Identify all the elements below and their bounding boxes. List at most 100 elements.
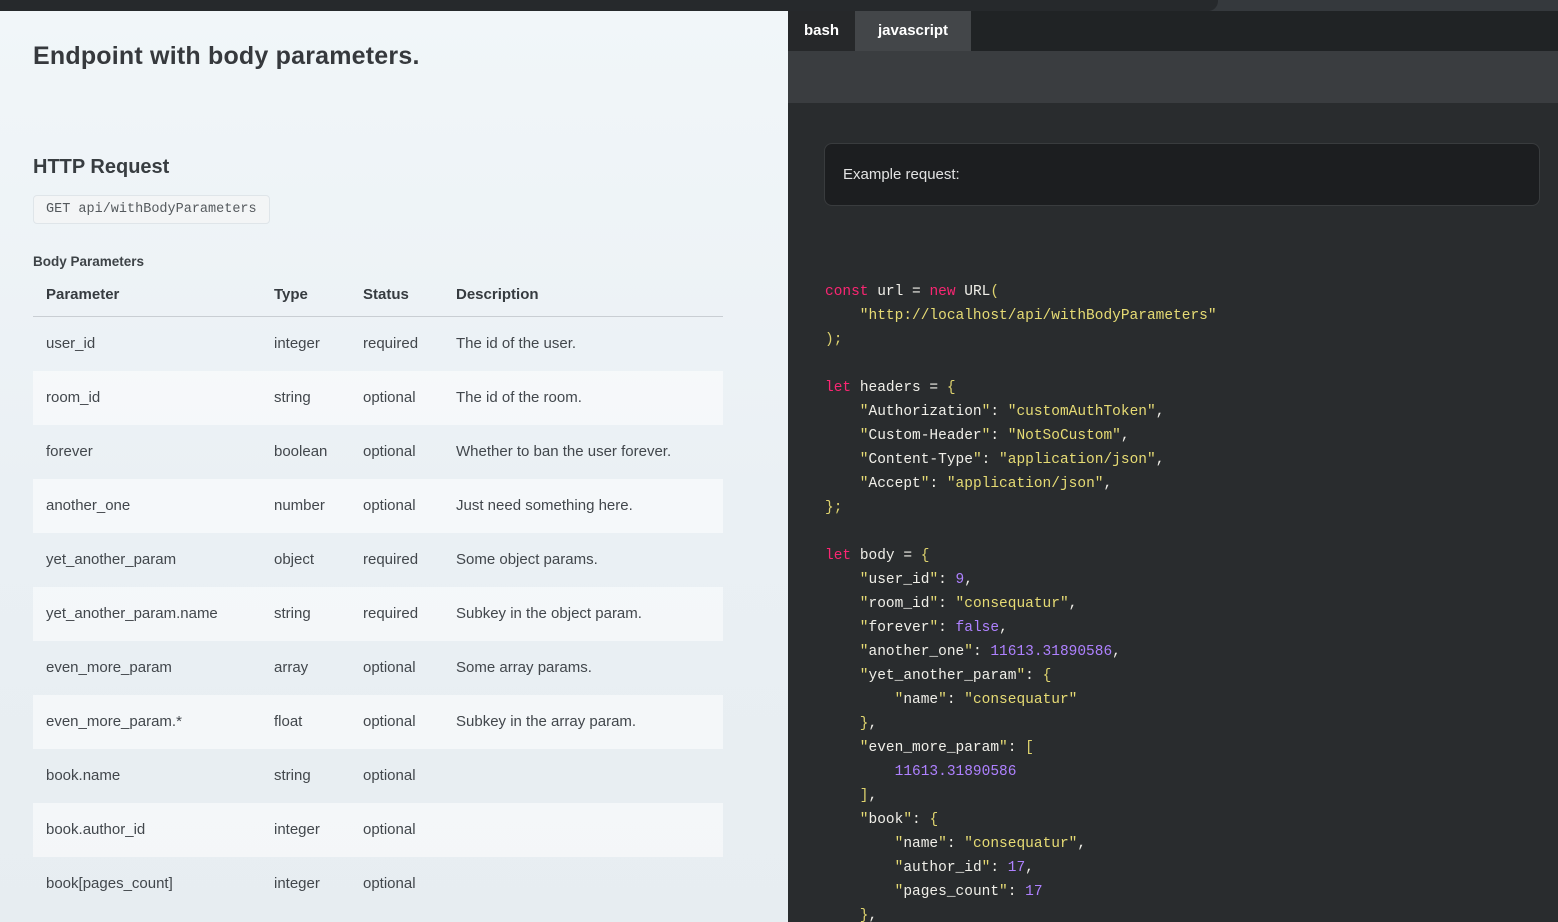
code-token: , xyxy=(1112,644,1121,660)
code-token: body = xyxy=(860,548,921,564)
cell-description: The id of the room. xyxy=(456,371,723,425)
code-token: , xyxy=(1069,596,1078,612)
code-line: }, xyxy=(825,712,1558,736)
table-row: even_more_param.*floatoptionalSubkey in … xyxy=(33,695,723,749)
language-tabs: bashjavascript xyxy=(788,11,1558,51)
code-token: : xyxy=(938,572,955,588)
code-token: " xyxy=(825,860,903,876)
code-token: 11613.31890586 xyxy=(990,644,1112,660)
code-token: " xyxy=(999,884,1008,900)
http-request-heading: HTTP Request xyxy=(33,156,788,179)
code-token: new xyxy=(929,284,964,300)
cell-description: Subkey in the array param. xyxy=(456,695,723,749)
code-token: , xyxy=(1103,476,1112,492)
code-token: , xyxy=(964,572,973,588)
code-token: "consequatur" xyxy=(964,692,1077,708)
code-token: Custom-Header xyxy=(869,428,982,444)
code-line: let body = { xyxy=(825,544,1558,568)
cell-status: optional xyxy=(363,425,456,479)
code-token: "application/json" xyxy=(999,452,1156,468)
code-token: another_one xyxy=(869,644,965,660)
code-token: book xyxy=(869,812,904,828)
code-token: , xyxy=(1121,428,1130,444)
code-token: name xyxy=(903,836,938,852)
cell-description: Some array params. xyxy=(456,641,723,695)
body-parameters-table: ParameterTypeStatusDescription user_idin… xyxy=(33,286,723,911)
cell-status: optional xyxy=(363,371,456,425)
table-row: yet_another_param.namestringrequiredSubk… xyxy=(33,587,723,641)
endpoint-method-chip: GET api/withBodyParameters xyxy=(33,195,270,224)
code-token: " xyxy=(825,740,869,756)
code-token: " xyxy=(825,620,869,636)
tab-bash[interactable]: bash xyxy=(788,11,855,51)
code-token: const xyxy=(825,284,877,300)
code-token: 17 xyxy=(1008,860,1025,876)
code-token: " xyxy=(825,452,869,468)
code-token: "customAuthToken" xyxy=(1008,404,1156,420)
code-line: "Accept": "application/json", xyxy=(825,472,1558,496)
table-row: another_onenumberoptionalJust need somet… xyxy=(33,479,723,533)
page-title: Endpoint with body parameters. xyxy=(33,42,788,71)
tab-javascript[interactable]: javascript xyxy=(855,11,971,51)
cell-parameter: yet_another_param.name xyxy=(33,587,274,641)
code-token: " xyxy=(825,572,869,588)
cell-parameter: another_one xyxy=(33,479,274,533)
cell-status: required xyxy=(363,317,456,371)
code-token: , xyxy=(869,716,878,732)
code-token: name xyxy=(903,692,938,708)
code-token: : xyxy=(990,428,1007,444)
code-token: Content-Type xyxy=(869,452,973,468)
code-line: "user_id": 9, xyxy=(825,568,1558,592)
code-line: "name": "consequatur", xyxy=(825,832,1558,856)
code-line: "room_id": "consequatur", xyxy=(825,592,1558,616)
code-token: " xyxy=(825,836,903,852)
code-token: " xyxy=(929,620,938,636)
code-token: even_more_param xyxy=(869,740,1000,756)
code-token: 9 xyxy=(956,572,965,588)
cell-type: integer xyxy=(274,857,363,911)
code-token: : xyxy=(1008,740,1025,756)
code-token: , xyxy=(1156,452,1165,468)
cell-parameter: book.name xyxy=(33,749,274,803)
code-line: 11613.31890586 xyxy=(825,760,1558,784)
cell-description: Just need something here. xyxy=(456,479,723,533)
code-token: "http://localhost/api/withBodyParameters… xyxy=(825,308,1217,324)
api-docs-page: Endpoint with body parameters. HTTP Requ… xyxy=(0,0,1558,922)
table-row: room_idstringoptionalThe id of the room. xyxy=(33,371,723,425)
cell-type: object xyxy=(274,533,363,587)
column-header-description: Description xyxy=(456,286,723,317)
code-token: ] xyxy=(825,788,869,804)
top-header-strip xyxy=(0,0,1558,11)
code-token: " xyxy=(938,692,947,708)
code-token: " xyxy=(825,596,869,612)
cell-description: Some object params. xyxy=(456,533,723,587)
code-token: 11613.31890586 xyxy=(825,764,1016,780)
cell-status: required xyxy=(363,587,456,641)
code-token: pages_count xyxy=(903,884,999,900)
code-token: : xyxy=(1025,668,1042,684)
code-token: , xyxy=(1025,860,1034,876)
code-token: " xyxy=(999,740,1008,756)
code-token: , xyxy=(999,620,1008,636)
code-line: "Authorization": "customAuthToken", xyxy=(825,400,1558,424)
code-token: }; xyxy=(825,500,842,516)
code-token: : xyxy=(947,692,964,708)
code-line: "another_one": 11613.31890586, xyxy=(825,640,1558,664)
code-token: : xyxy=(938,596,955,612)
code-token: " xyxy=(825,692,903,708)
tabbar-lower-band xyxy=(788,51,1558,103)
cell-parameter: even_more_param.* xyxy=(33,695,274,749)
cell-status: optional xyxy=(363,749,456,803)
code-line: let headers = { xyxy=(825,376,1558,400)
documentation-panel: Endpoint with body parameters. HTTP Requ… xyxy=(0,11,788,922)
code-token: let xyxy=(825,380,860,396)
code-token: { xyxy=(1043,668,1052,684)
code-token: forever xyxy=(869,620,930,636)
cell-parameter: room_id xyxy=(33,371,274,425)
code-token: " xyxy=(1016,668,1025,684)
code-token: : xyxy=(990,404,1007,420)
code-token: Authorization xyxy=(869,404,982,420)
code-token: : xyxy=(1008,884,1025,900)
code-line xyxy=(825,352,1558,376)
code-token: author_id xyxy=(903,860,981,876)
